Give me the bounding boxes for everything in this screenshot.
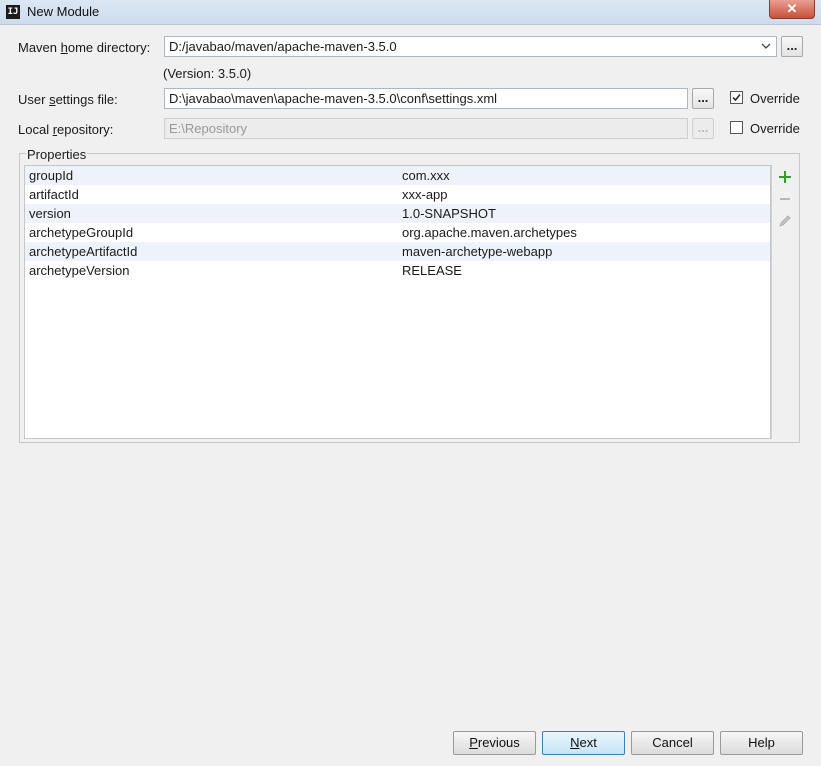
user-settings-override-label: Override [750, 91, 800, 106]
property-value: RELEASE [402, 263, 462, 278]
maven-home-value: D:/javabao/maven/apache-maven-3.5.0 [169, 39, 397, 54]
table-row[interactable]: archetypeVersion RELEASE [25, 261, 770, 280]
title-bar: IJ New Module ✕ [0, 0, 821, 25]
property-key: archetypeArtifactId [29, 244, 138, 259]
local-repository-value: E:\Repository [169, 121, 248, 136]
maven-home-combo[interactable]: D:/javabao/maven/apache-maven-3.5.0 [164, 36, 777, 57]
local-repository-override-label: Override [750, 121, 800, 136]
property-key: archetypeGroupId [29, 225, 134, 240]
table-row[interactable]: artifactId xxx-app [25, 185, 770, 204]
close-button[interactable]: ✕ [769, 0, 815, 19]
remove-icon [780, 198, 790, 200]
property-value: 1.0-SNAPSHOT [402, 206, 496, 221]
chevron-down-icon[interactable] [760, 40, 772, 52]
maven-home-label: Maven home directory: [18, 40, 151, 55]
property-key: groupId [29, 168, 74, 183]
add-icon[interactable] [777, 169, 793, 185]
property-value: org.apache.maven.archetypes [402, 225, 577, 240]
property-key: version [29, 206, 71, 221]
property-value: maven-archetype-webapp [402, 244, 553, 259]
edit-icon [779, 215, 791, 227]
properties-toolbar [771, 165, 797, 439]
property-value: xxx-app [402, 187, 448, 202]
property-key: artifactId [29, 187, 79, 202]
local-repository-override-checkbox[interactable] [730, 121, 743, 134]
maven-home-browse-button[interactable]: ... [781, 36, 803, 57]
maven-version-text: (Version: 3.5.0) [163, 66, 252, 81]
window-title: New Module [27, 4, 100, 19]
properties-table: groupId com.xxx artifactId xxx-app versi… [24, 165, 771, 439]
local-repository-input: E:\Repository [164, 118, 688, 139]
user-settings-override-checkbox[interactable] [730, 91, 743, 104]
user-settings-browse-button[interactable]: ... [692, 88, 714, 109]
property-key: archetypeVersion [29, 263, 130, 278]
cancel-button[interactable]: Cancel [631, 731, 714, 755]
table-row[interactable]: groupId com.xxx [25, 166, 770, 185]
local-repository-browse-button: ... [692, 118, 714, 139]
next-button[interactable]: Next [542, 731, 625, 755]
previous-button[interactable]: Previous [453, 731, 536, 755]
table-row[interactable]: archetypeArtifactId maven-archetype-weba… [25, 242, 770, 261]
user-settings-value: D:\javabao\maven\apache-maven-3.5.0\conf… [169, 91, 498, 106]
table-row[interactable]: version 1.0-SNAPSHOT [25, 204, 770, 223]
local-repository-label: Local repository: [18, 122, 114, 137]
help-button[interactable]: Help [720, 731, 803, 755]
intellij-app-icon: IJ [6, 5, 20, 19]
user-settings-input[interactable]: D:\javabao\maven\apache-maven-3.5.0\conf… [164, 88, 688, 109]
user-settings-label: User settings file: [18, 92, 118, 107]
property-value: com.xxx [402, 168, 450, 183]
table-row[interactable]: archetypeGroupId org.apache.maven.archet… [25, 223, 770, 242]
properties-title: Properties [26, 147, 88, 162]
